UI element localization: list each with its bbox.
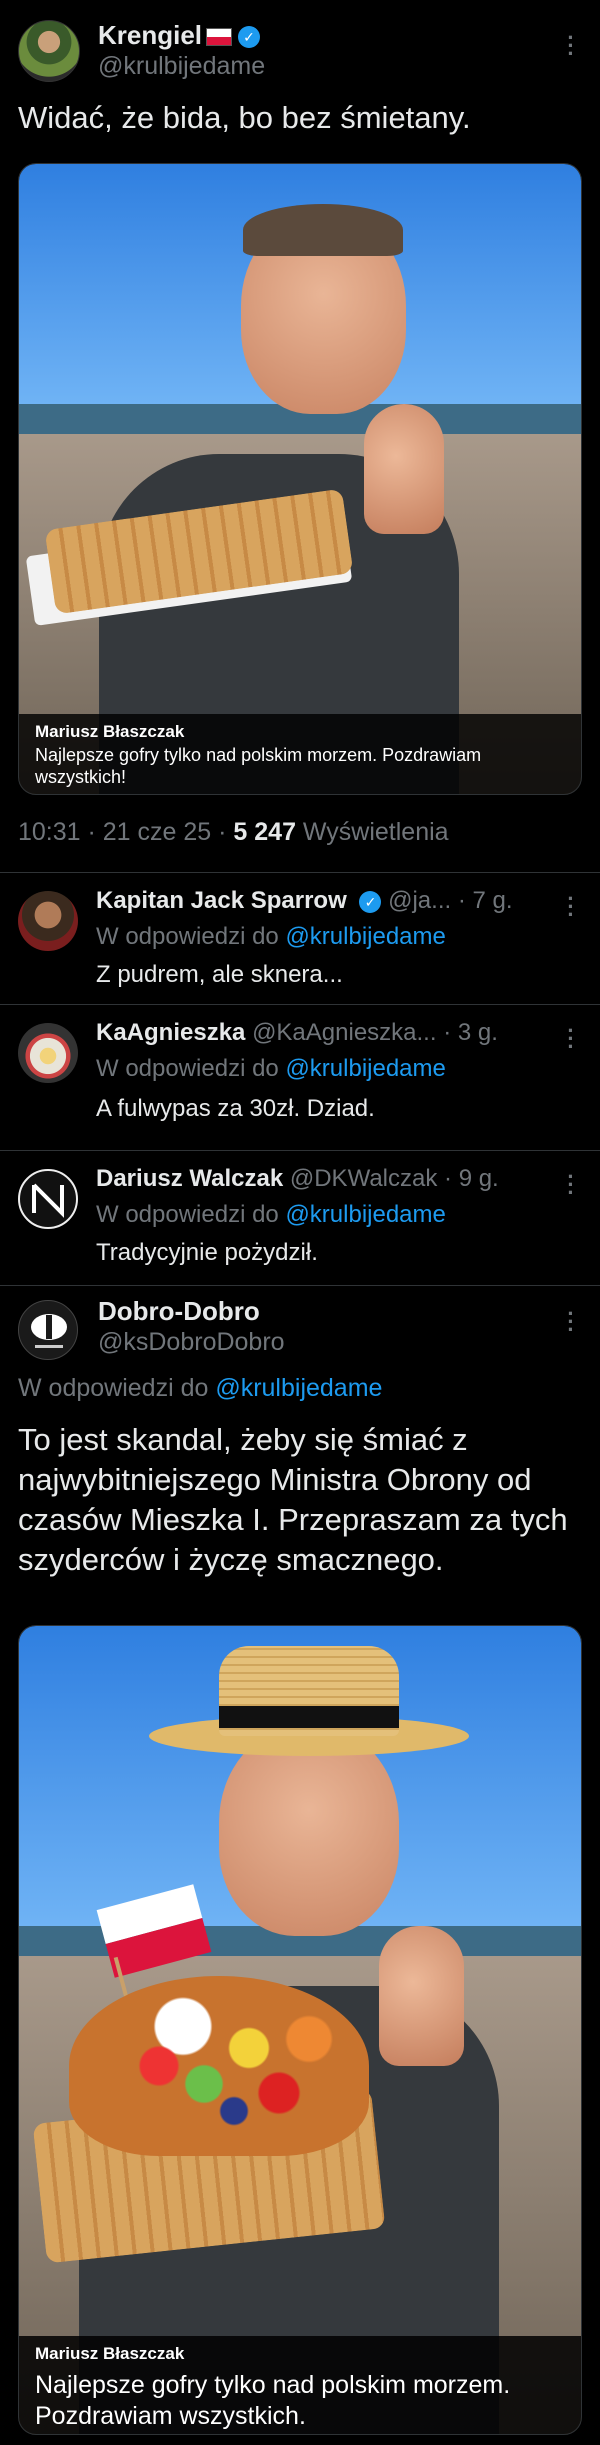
avatar[interactable] — [18, 20, 80, 82]
reply-item[interactable]: Kapitan Jack Sparrow ✓ @ja... · 7 g. · · ·… — [0, 873, 600, 1004]
reply-author-handle[interactable]: @DKWalczak — [290, 1165, 438, 1192]
image-caption: Mariusz Błaszczak Najlepsze gofry tylko … — [19, 2336, 581, 2434]
image-caption-name: Mariusz Błaszczak — [35, 722, 185, 741]
image-person-hair — [243, 204, 403, 256]
post-time[interactable]: 10:31 · 21 cze 25 · — [18, 818, 233, 846]
reply-header: Kapitan Jack Sparrow ✓ @ja... · 7 g. — [96, 887, 513, 915]
reply-text: Tradycyjnie pożydził. — [96, 1239, 318, 1266]
author-name[interactable]: Krengiel ✓ — [98, 20, 261, 51]
post-image[interactable]: Mariusz Błaszczak Najlepsze gofry tylko … — [18, 163, 582, 795]
author-handle[interactable]: @krulbijedame — [98, 52, 265, 81]
image-thumb-up — [379, 1926, 464, 2066]
reply-header: Dariusz Walczak @DKWalczak · 9 g. — [96, 1165, 499, 1193]
reply-to-prefix: W odpowiedzi do — [96, 923, 286, 950]
avatar[interactable] — [18, 891, 78, 951]
reply-author-name[interactable]: Kapitan Jack Sparrow — [96, 887, 347, 914]
more-options-icon[interactable]: · · · — [566, 1020, 576, 1058]
author-name-text[interactable]: Krengiel — [98, 20, 202, 50]
reply-author-handle[interactable]: @ksDobroDobro — [98, 1328, 285, 1357]
post-text: Widać, że bida, bo bez śmietany. — [18, 100, 471, 135]
views-count: 5 247 — [233, 818, 296, 846]
verified-badge-icon: ✓ — [359, 890, 382, 913]
reply-author-name[interactable]: Dobro-Dobro — [98, 1296, 260, 1326]
reply-age[interactable]: · 3 g. — [443, 1019, 498, 1046]
more-options-icon[interactable]: · · · — [566, 888, 576, 926]
image-caption-name: Mariusz Błaszczak — [35, 2344, 185, 2363]
reply-header: KaAgnieszka @KaAgnieszka... · 3 g. — [96, 1019, 498, 1047]
more-options-icon[interactable]: · · · — [566, 1303, 576, 1341]
reply-age[interactable]: · 7 g. — [458, 887, 513, 914]
reply-author-name[interactable]: KaAgnieszka — [96, 1019, 245, 1046]
reply-text: A fulwypas za 30zł. Dziad. — [96, 1095, 375, 1122]
avatar[interactable] — [18, 1300, 78, 1360]
more-options-icon[interactable]: · · · — [566, 27, 576, 65]
reply-author-name[interactable]: Dariusz Walczak — [96, 1165, 283, 1192]
image-person-face — [219, 1726, 399, 1936]
views-label: Wyświetlenia — [295, 818, 449, 846]
reply-item[interactable]: KaAgnieszka @KaAgnieszka... · 3 g. · · · W… — [0, 1005, 600, 1150]
image-caption-text: Najlepsze gofry tylko nad polskim morzem… — [35, 745, 482, 787]
reply-to-line: W odpowiedzi do @krulbijedame — [96, 1201, 446, 1229]
image-caption: Mariusz Błaszczak Najlepsze gofry tylko … — [19, 714, 581, 794]
poland-flag-icon — [206, 28, 233, 47]
reply-author-handle[interactable]: @ja... — [388, 887, 451, 914]
focused-reply-text: To jest skandal, żeby się śmiać z najwyb… — [18, 1422, 568, 1577]
dobro-logo-icon — [31, 1314, 67, 1348]
reply-text: Z pudrem, ale sknera... — [96, 961, 343, 988]
reply-image[interactable]: Mariusz Błaszczak Najlepsze gofry tylko … — [18, 1625, 582, 2435]
reply-to-line: W odpowiedzi do @krulbijedame — [18, 1374, 382, 1403]
image-caption-text: Najlepsze gofry tylko nad polskim morzem… — [35, 2371, 511, 2430]
image-fruit-toppings — [69, 1976, 369, 2156]
reply-to-link[interactable]: @krulbijedame — [215, 1374, 382, 1402]
reply-to-link[interactable]: @krulbijedame — [285, 923, 445, 950]
avatar[interactable] — [18, 1169, 78, 1229]
reply-to-prefix: W odpowiedzi do — [96, 1055, 286, 1082]
avatar[interactable] — [18, 1023, 78, 1083]
reply-age[interactable]: · 9 g. — [444, 1165, 499, 1192]
dw-logo-icon — [32, 1183, 64, 1218]
reply-to-prefix: W odpowiedzi do — [18, 1374, 216, 1402]
reply-to-line: W odpowiedzi do @krulbijedame — [96, 923, 446, 951]
image-thumb-up — [364, 404, 444, 534]
main-post-header: Krengiel ✓ @krulbijedame · · · — [0, 0, 600, 100]
verified-badge-icon: ✓ — [238, 26, 261, 49]
image-hat-band — [219, 1706, 399, 1728]
reply-to-link[interactable]: @krulbijedame — [285, 1055, 445, 1082]
reply-author-handle[interactable]: @KaAgnieszka... — [252, 1019, 436, 1046]
more-options-icon[interactable]: · · · — [566, 1166, 576, 1204]
post-meta: 10:31 · 21 cze 25 · 5 247 Wyświetlenia — [18, 818, 449, 847]
reply-header: Dobro-Dobro — [98, 1296, 260, 1327]
reply-item[interactable]: Dariusz Walczak @DKWalczak · 9 g. · · · W … — [0, 1151, 600, 1285]
reply-to-link[interactable]: @krulbijedame — [285, 1201, 445, 1228]
reply-to-line: W odpowiedzi do @krulbijedame — [96, 1055, 446, 1083]
reply-to-prefix: W odpowiedzi do — [96, 1201, 286, 1228]
